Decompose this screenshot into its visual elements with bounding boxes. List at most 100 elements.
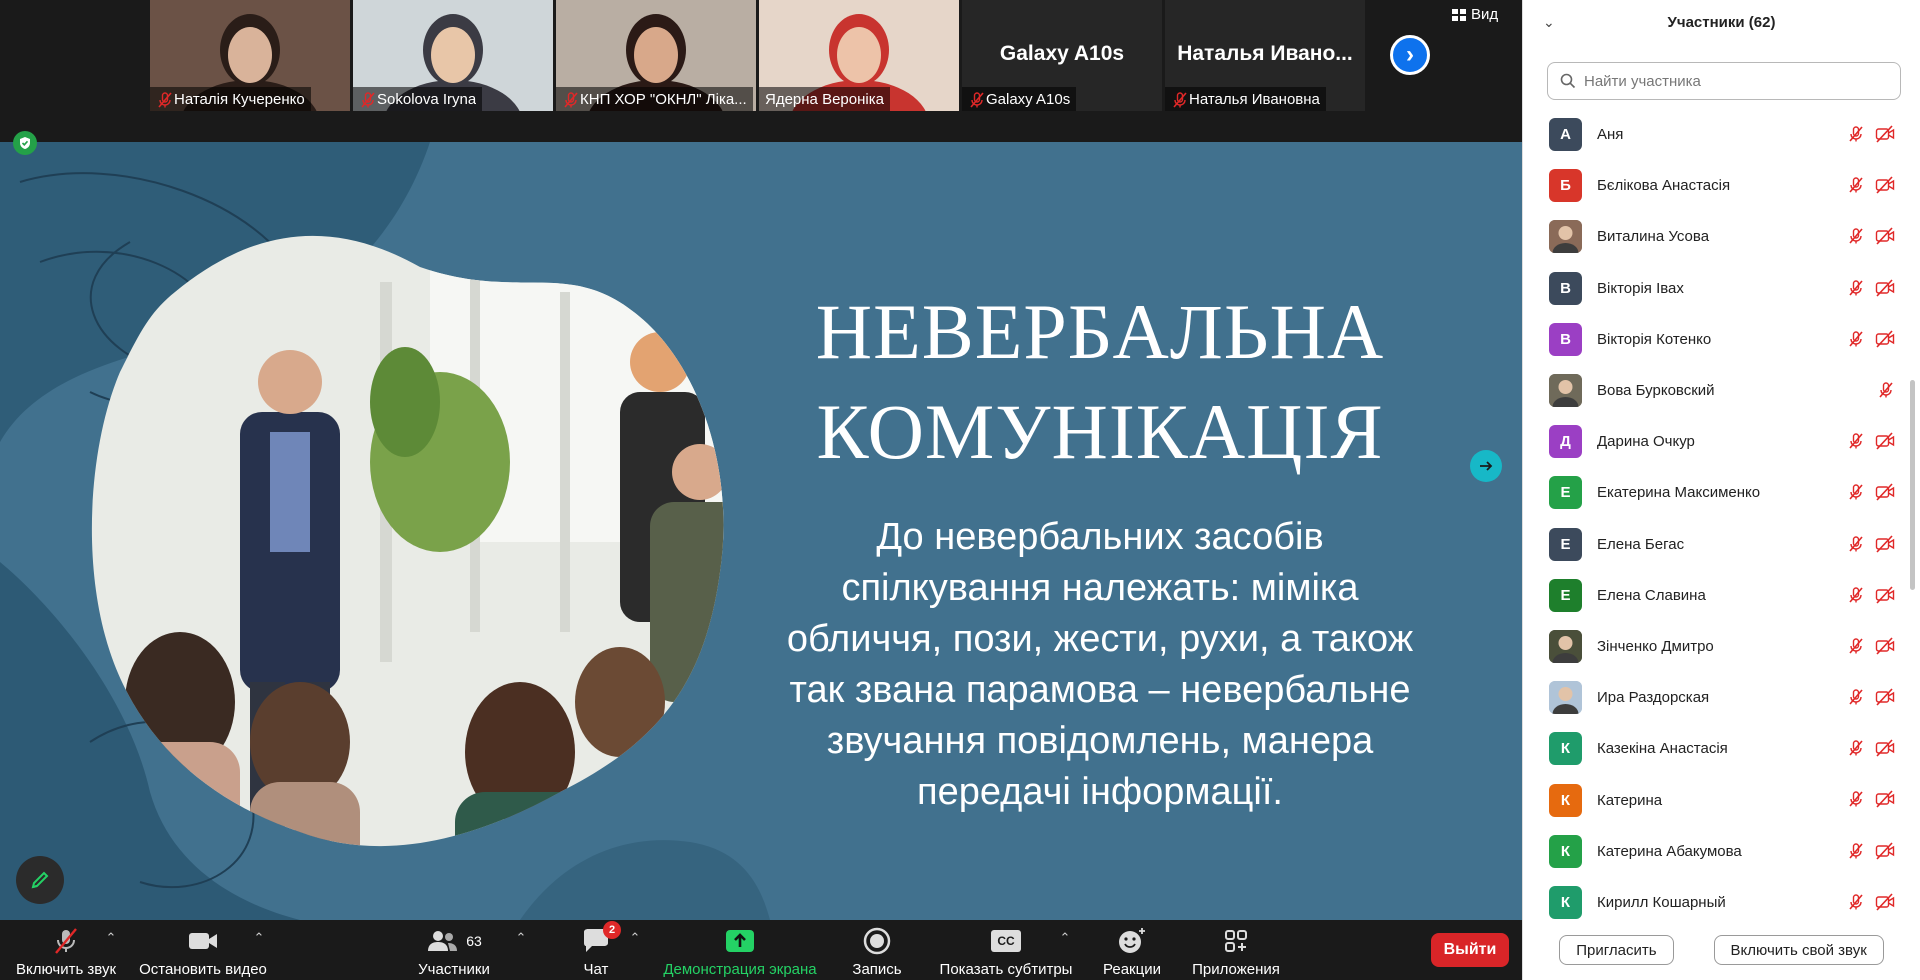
reactions-button[interactable]: Реакции [1092, 920, 1172, 980]
record-icon [863, 927, 891, 955]
mic-muted-icon [1847, 893, 1865, 916]
annotate-button[interactable] [16, 856, 64, 904]
slide-title-line: КОМУНІКАЦІЯ [816, 388, 1384, 475]
participant-list-item[interactable]: Вова Бурковский [1523, 365, 1915, 416]
participant-status-icons [1847, 534, 1895, 558]
apps-button[interactable]: Приложения [1186, 920, 1286, 980]
participant-name: КНП ХОР "ОКНЛ" Ліка... [580, 90, 747, 108]
avatar: А [1549, 118, 1582, 152]
participant-name-label: Galaxy A10s [962, 87, 1077, 111]
pencil-icon [31, 871, 49, 889]
participant-video-tile[interactable]: КНП ХОР "ОКНЛ" Ліка... [556, 0, 756, 111]
leave-meeting-button[interactable]: Выйти [1431, 933, 1509, 967]
participant-list-item[interactable]: Е Елена Славина [1523, 570, 1915, 621]
participant-video-tile[interactable]: Наталія Кучеренко [150, 0, 350, 111]
participant-status-icons [1847, 330, 1895, 353]
mic-muted-icon [1847, 535, 1865, 558]
participant-search-input[interactable]: Найти участника [1547, 62, 1901, 100]
mic-muted-icon [1877, 381, 1895, 404]
stop-video-button[interactable]: Остановить видео [138, 920, 268, 980]
participant-status-icons [1847, 279, 1895, 302]
participants-list: А Аня Б Бєлікова Анастасія Виталина Усова В В… [1523, 109, 1915, 919]
participant-list-item[interactable]: А Аня [1523, 109, 1915, 160]
video-off-icon [1875, 125, 1895, 148]
avatar [1549, 681, 1582, 715]
video-camera-icon [189, 933, 217, 949]
view-button[interactable]: Вид [1452, 6, 1498, 23]
mic-muted-icon [562, 91, 578, 108]
security-shield-icon[interactable] [13, 131, 37, 155]
chat-options-caret[interactable]: ⌃ [628, 918, 642, 948]
video-off-icon [1875, 688, 1895, 711]
participant-list-item[interactable]: В Вікторія Івах [1523, 263, 1915, 314]
participant-name: Ира Раздорская [1597, 689, 1710, 707]
video-off-icon [1875, 534, 1895, 558]
shared-screen-slide: НЕВЕРБАЛЬНА КОМУНІКАЦІЯ До невербальних … [0, 142, 1522, 920]
mic-muted-icon [1847, 176, 1865, 199]
participant-list-item[interactable]: Б Бєлікова Анастасія [1523, 160, 1915, 211]
arrow-right-icon [1480, 461, 1493, 471]
participants-button[interactable]: 63 Участники [414, 920, 494, 980]
participant-list-item[interactable]: Е Елена Бегас [1523, 519, 1915, 570]
participants-options-caret[interactable]: ⌃ [514, 918, 528, 948]
avatar: Б [1549, 169, 1582, 203]
video-thumbnail-strip: Наталія Кучеренко Sokolova Iryna КНП ХОР… [150, 0, 1365, 111]
participant-list-item[interactable]: Д Дарина Очкур [1523, 416, 1915, 467]
next-thumbnails-button[interactable]: › [1390, 35, 1430, 75]
participant-status-icons [1847, 432, 1895, 455]
participant-list-item[interactable]: К Катерина Абакумова [1523, 826, 1915, 877]
participant-list-item[interactable]: К Казекіна Анастасія [1523, 723, 1915, 774]
participant-status-icons [1877, 381, 1895, 404]
show-captions-button[interactable]: CC Показать субтитры [934, 920, 1078, 980]
participant-name: Вова Бурковский [1597, 382, 1715, 400]
mic-muted-icon [1847, 125, 1865, 148]
avatar: Е [1549, 578, 1582, 612]
avatar: В [1549, 271, 1582, 305]
share-screen-button[interactable]: Демонстрация экрана [660, 920, 820, 980]
participant-list-item[interactable]: К Кирилл Кошарный [1523, 877, 1915, 919]
audio-options-caret[interactable]: ⌃ [104, 918, 118, 948]
participant-list-item[interactable]: К Катерина [1523, 774, 1915, 825]
apps-label: Приложения [1192, 961, 1280, 978]
participants-scrollbar[interactable] [1910, 380, 1915, 590]
participants-panel-title: Участники (62) [1667, 13, 1776, 31]
participant-list-item[interactable]: Виталина Усова [1523, 211, 1915, 262]
mic-muted-icon [1171, 91, 1187, 108]
show-captions-label: Показать субтитры [939, 961, 1073, 978]
chat-button[interactable]: 2 Чат [566, 920, 626, 980]
participants-count: 63 [466, 933, 482, 949]
participants-panel: ⌄ Участники (62) Найти участника А Аня Б Бє… [1522, 0, 1920, 980]
video-off-icon [1875, 330, 1895, 353]
chevron-right-icon: › [1406, 41, 1414, 68]
participant-video-tile[interactable]: Galaxy A10s Galaxy A10s [962, 0, 1162, 111]
participant-list-item[interactable]: Е Екатерина Максименко [1523, 467, 1915, 518]
participant-list-item[interactable]: Зінченко Дмитро [1523, 621, 1915, 672]
captions-options-caret[interactable]: ⌃ [1058, 918, 1072, 948]
participant-list-item[interactable]: Ира Раздорская [1523, 672, 1915, 723]
video-off-icon [1875, 483, 1895, 506]
participant-list-item[interactable]: В Вікторія Котенко [1523, 314, 1915, 365]
participant-video-tile[interactable]: Ядерна Вероніка [759, 0, 959, 111]
participant-video-tile[interactable]: Sokolova Iryna [353, 0, 553, 111]
mic-muted-icon [156, 91, 172, 108]
mic-muted-icon [1847, 790, 1865, 813]
video-options-caret[interactable]: ⌃ [252, 918, 266, 948]
participant-video-tile[interactable]: Наталья Ивано... Наталья Ивановна [1165, 0, 1365, 111]
video-off-icon [1875, 637, 1895, 660]
mic-muted-icon [968, 91, 984, 108]
unmute-self-button[interactable]: Включить свой звук [1713, 935, 1884, 965]
record-label: Запись [852, 961, 902, 978]
meeting-toolbar: Включить звук ⌃ Остановить видео ⌃ 63 Уч… [0, 920, 1522, 980]
meeting-main: Наталія Кучеренко Sokolova Iryna КНП ХОР… [0, 0, 1522, 980]
participant-status-icons [1847, 893, 1895, 916]
invite-button[interactable]: Пригласить [1559, 935, 1674, 965]
slide-next-button[interactable] [1470, 450, 1502, 482]
participant-name: Екатерина Максименко [1597, 484, 1761, 502]
participant-name: Galaxy A10s [986, 90, 1071, 108]
mic-muted-icon [1847, 586, 1865, 609]
chat-label: Чат [583, 961, 609, 978]
record-button[interactable]: Запись [842, 920, 912, 980]
video-off-icon [1875, 432, 1895, 455]
avatar: К [1549, 783, 1582, 817]
closed-captions-icon: CC [991, 930, 1021, 952]
